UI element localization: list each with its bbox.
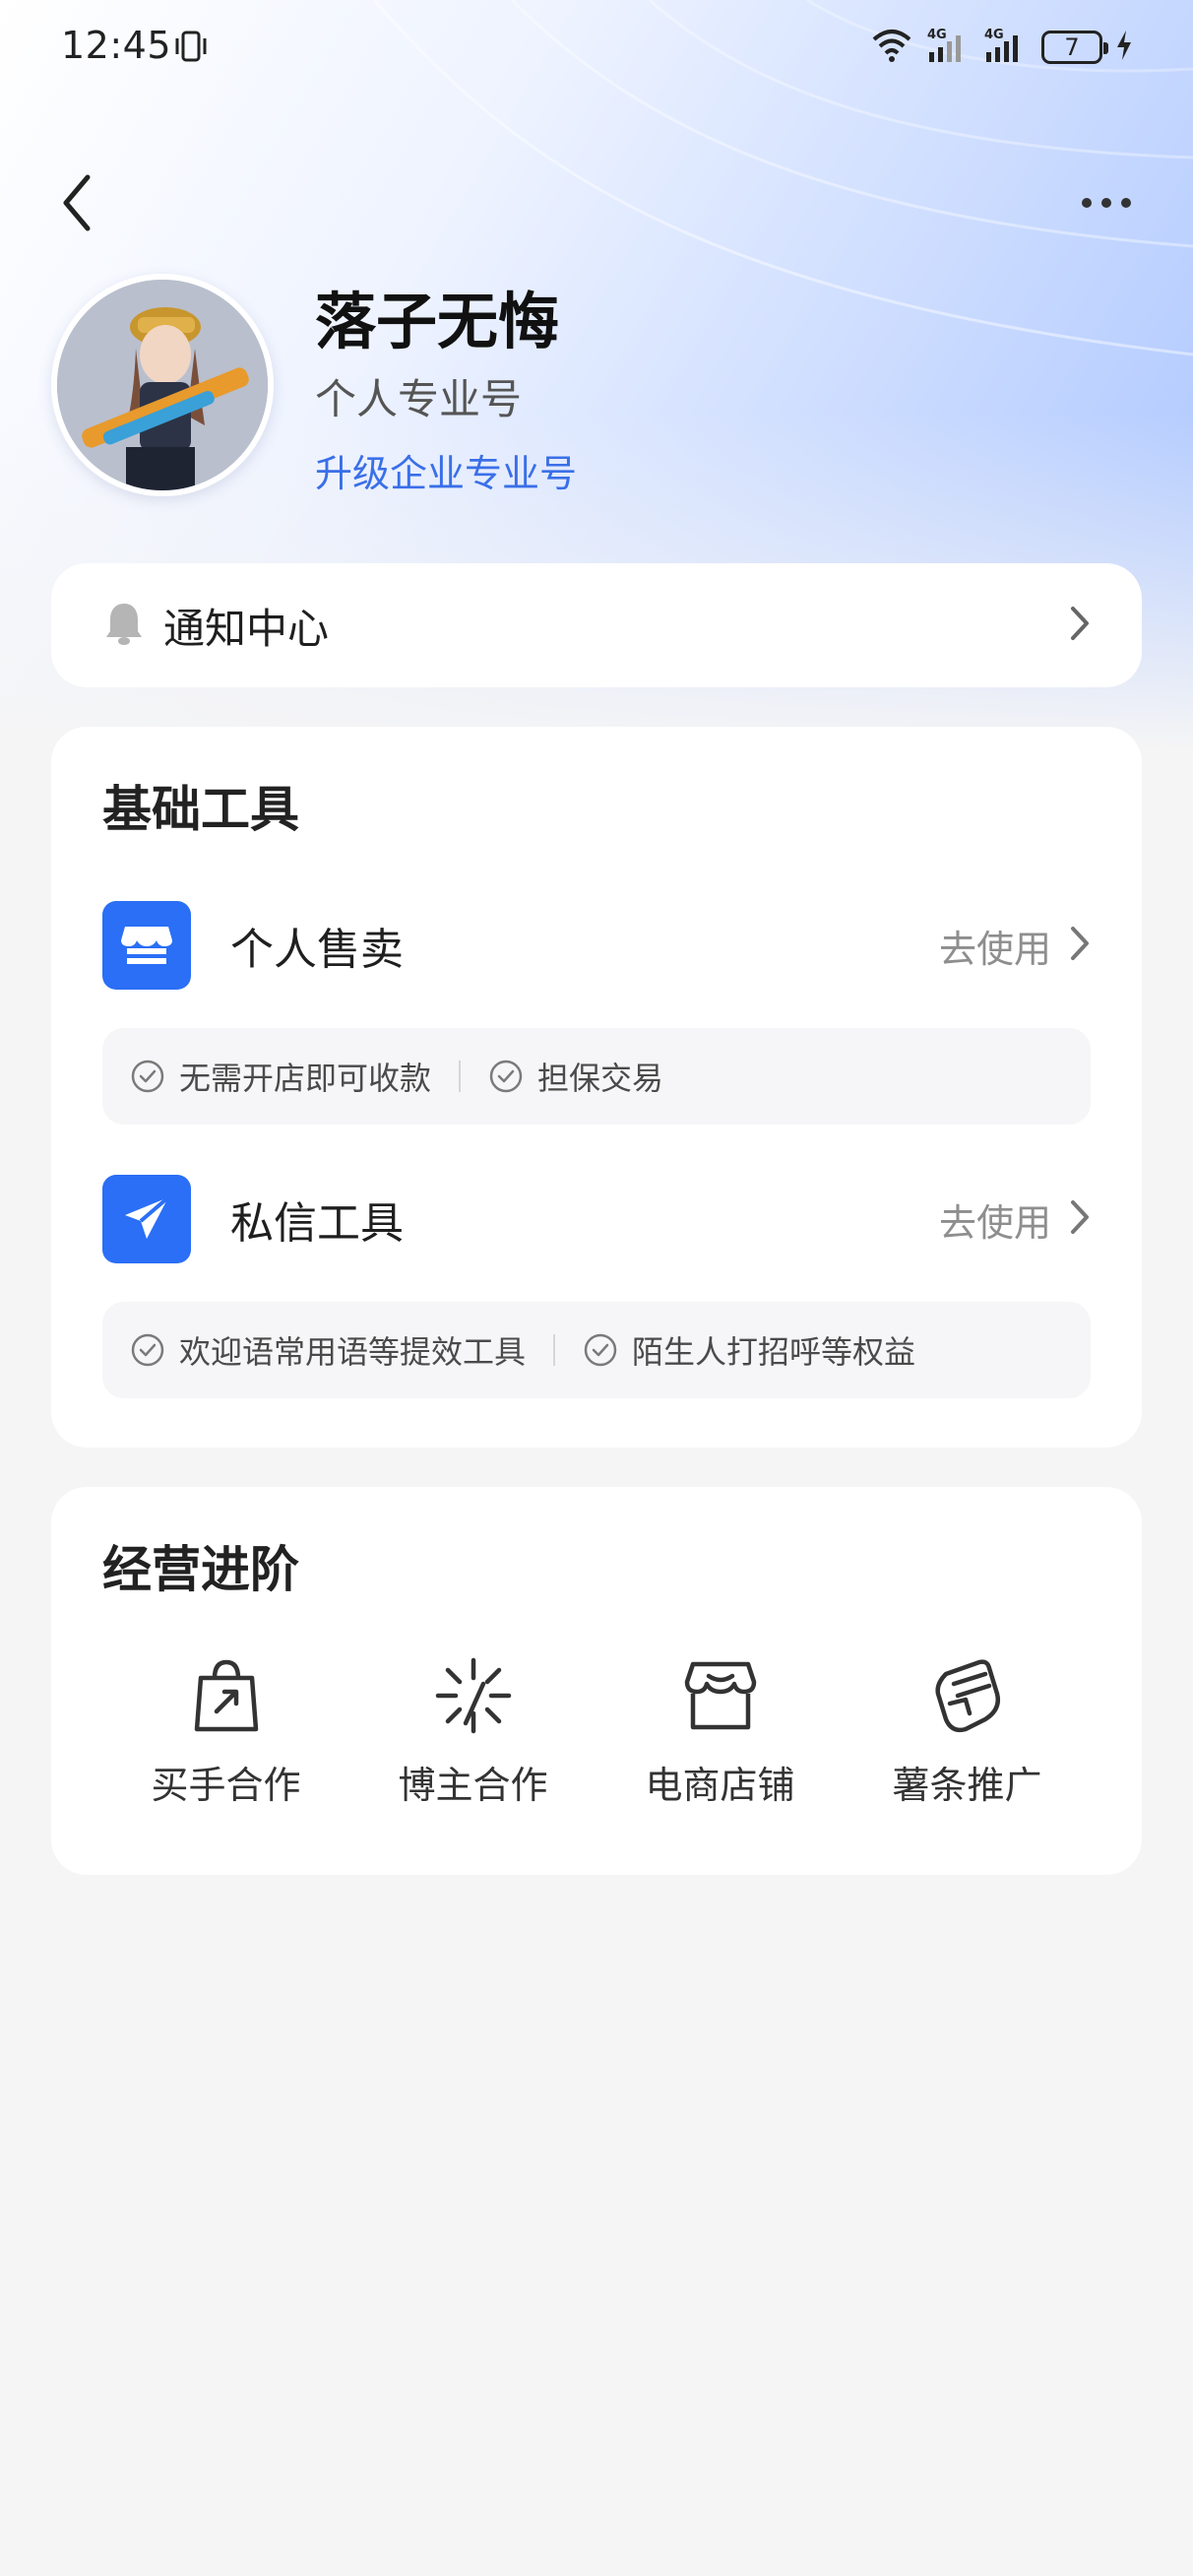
profile-name: 落子无悔 [315,286,560,357]
check-circle-icon [131,1333,164,1367]
personal-sales-features: 无需开店即可收款 担保交易 [102,1028,1091,1125]
adv-item-label: 薯条推广 [892,1764,1042,1807]
check-circle-icon [131,1060,164,1093]
private-message-features: 欢迎语常用语等提效工具 陌生人打招呼等权益 [102,1302,1091,1398]
adv-item-label: 博主合作 [398,1764,548,1807]
vibrate-icon [173,30,209,67]
check-circle-icon [584,1333,617,1367]
advanced-operations-title: 经营进阶 [102,1541,299,1598]
charging-icon [1116,31,1132,64]
network-label-2: 4G [984,28,1004,42]
store-icon [102,901,191,990]
tool-row-personal-sales[interactable]: 个人售卖 去使用 [102,900,1091,991]
status-icons: 4G 4G 7 [870,26,1132,69]
feature-label: 无需开店即可收款 [179,1060,432,1097]
more-options-button[interactable] [1067,173,1146,232]
wifi-icon [870,28,913,67]
feature-item: 担保交易 [488,1054,663,1099]
upgrade-enterprise-link[interactable]: 升级企业专业号 [315,443,577,497]
status-time: 12:45 [61,24,172,67]
tool-row-private-message[interactable]: 私信工具 去使用 [102,1174,1091,1264]
notification-center-row[interactable]: 通知中心 [51,563,1142,687]
shop-icon [684,1661,756,1730]
adv-item-label: 电商店铺 [645,1764,795,1807]
network-label-1: 4G [927,28,947,42]
feature-label: 担保交易 [537,1060,664,1097]
chevron-right-icon [1069,605,1091,646]
notification-center-label: 通知中心 [163,604,330,653]
paper-plane-icon [102,1175,191,1263]
tool-name: 个人售卖 [230,925,404,975]
feature-label: 陌生人打招呼等权益 [632,1333,916,1371]
status-bar: 12:45 4G 4G 7 [0,0,1193,98]
profile-type: 个人专业号 [315,375,523,423]
feature-item: 欢迎语常用语等提效工具 [130,1327,526,1373]
adv-item-buyer-cooperation[interactable]: 买手合作 [102,1654,349,1809]
tool-name: 私信工具 [230,1198,404,1249]
advanced-grid: 买手合作 博主合作 电商店铺 薯条推广 [102,1654,1091,1809]
signal-icon-1: 4G [927,27,971,68]
avatar[interactable] [51,274,274,496]
adv-item-blogger-cooperation[interactable]: 博主合作 [349,1654,596,1809]
more-dot-icon [1121,198,1131,208]
basic-tools-card: 基础工具 个人售卖 去使用 无需开店即可收款 担保交易 私信工具 去使用 欢迎语… [51,727,1142,1448]
check-circle-icon [489,1060,523,1093]
avatar-image [57,280,268,490]
fist-icon [934,1659,1000,1733]
basic-tools-title: 基础工具 [102,781,299,838]
divider [459,1061,462,1092]
signal-icon-2: 4G [984,27,1028,68]
more-dot-icon [1101,198,1111,208]
feature-item: 陌生人打招呼等权益 [583,1327,915,1373]
back-button[interactable] [47,165,106,240]
more-dot-icon [1082,198,1092,208]
adv-item-chips-promotion[interactable]: 薯条推广 [844,1654,1091,1809]
bell-icon [102,600,146,651]
chevron-right-icon [1069,1198,1091,1240]
feature-label: 欢迎语常用语等提效工具 [179,1333,527,1371]
adv-item-ecommerce-store[interactable]: 电商店铺 [596,1654,844,1809]
feature-item: 无需开店即可收款 [130,1054,431,1099]
advanced-operations-card: 经营进阶 买手合作 博主合作 电商店铺 薯条推广 [51,1487,1142,1875]
shopping-bag-icon [194,1659,258,1732]
tool-action-label: 去使用 [938,927,1051,971]
chevron-left-icon [63,174,91,231]
divider [553,1334,556,1366]
battery-level: 7 [1064,33,1080,61]
chevron-right-icon [1069,925,1091,966]
adv-item-label: 买手合作 [151,1764,301,1807]
tool-action-label: 去使用 [938,1200,1051,1245]
battery-indicator: 7 [1041,31,1108,64]
sparkle-icon [435,1657,511,1734]
